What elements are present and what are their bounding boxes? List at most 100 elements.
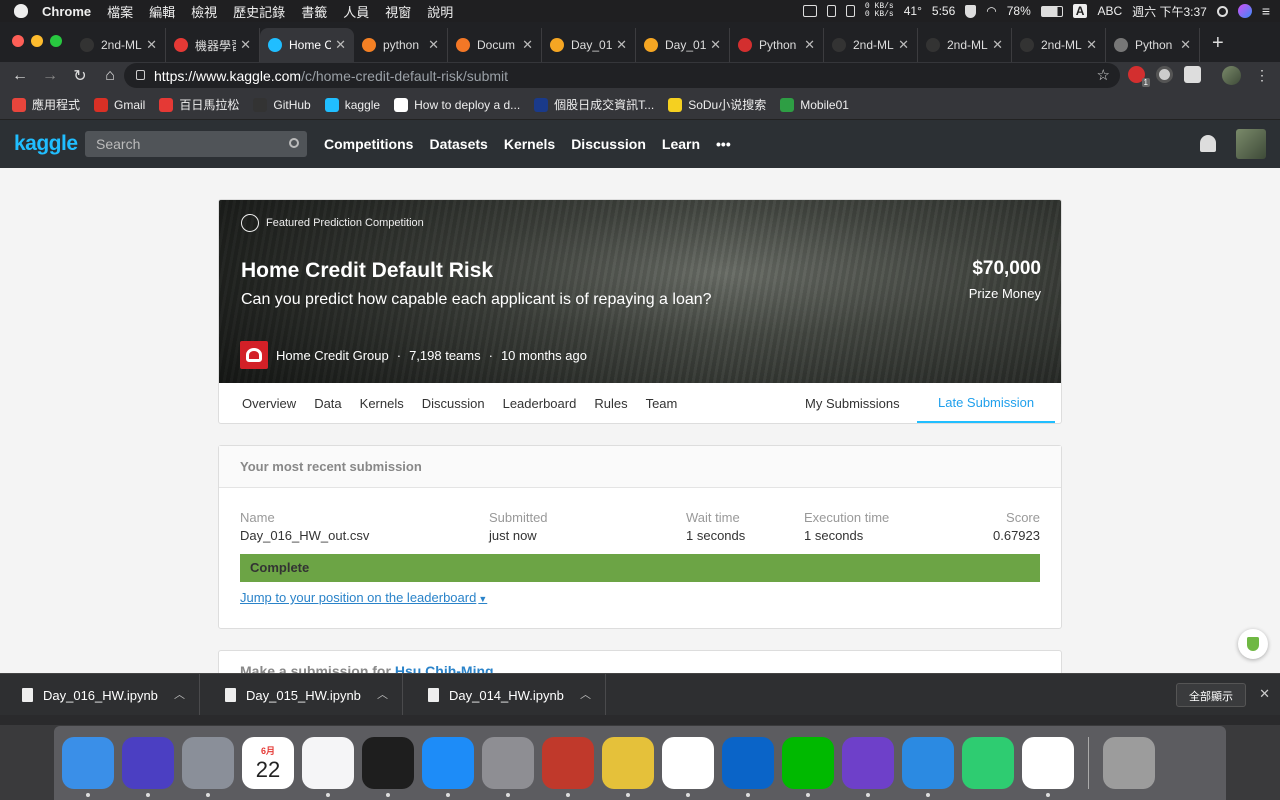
menu-people[interactable]: 人員 [343, 2, 369, 21]
tab-team[interactable]: Team [646, 396, 678, 411]
system-preferences-icon[interactable] [482, 737, 534, 797]
bookmark-item[interactable]: SoDu小说搜索 [668, 96, 766, 113]
minimize-window-button[interactable] [31, 35, 43, 47]
battery-icon[interactable] [1040, 5, 1063, 17]
bookmark-item[interactable]: 個股日成交資訊T... [534, 96, 654, 113]
calendar-icon[interactable]: 6月 22 [242, 737, 294, 789]
menu-bookmarks[interactable]: 書籤 [301, 2, 327, 21]
download-item[interactable]: Day_016_HW.ipynb ︿ [0, 674, 200, 716]
zoom-window-button[interactable] [50, 35, 62, 47]
download-item[interactable]: Day_014_HW.ipynb ︿ [406, 674, 606, 716]
nav-kernels[interactable]: Kernels [504, 136, 555, 152]
team-count[interactable]: 7,198 teams [409, 348, 481, 363]
numbers-icon[interactable] [1022, 737, 1074, 797]
launchpad-icon[interactable] [182, 737, 234, 797]
sd-card-icon[interactable] [845, 5, 855, 17]
chevron-up-icon[interactable]: ︿ [174, 686, 185, 702]
bookmark-star-icon[interactable]: ☆ [1097, 66, 1110, 84]
network-speed[interactable]: 0 KB/s 0 KB/s [865, 3, 894, 19]
browser-tab[interactable]: 機器學習 ✕ [166, 28, 260, 62]
tab-my-submissions[interactable]: My Submissions [805, 383, 900, 423]
tab-leaderboard[interactable]: Leaderboard [503, 396, 577, 411]
download-item[interactable]: Day_015_HW.ipynb ︿ [203, 674, 403, 716]
bookmark-item[interactable]: 百日馬拉松 [159, 96, 239, 113]
browser-tab[interactable]: 2nd-ML ✕ [824, 28, 918, 62]
close-tab-icon[interactable]: ✕ [240, 37, 251, 53]
browser-tab[interactable]: Day_01 ✕ [636, 28, 730, 62]
nav-learn[interactable]: Learn [662, 136, 700, 152]
close-tab-icon[interactable]: ✕ [710, 37, 721, 53]
notification-bell-icon[interactable] [1200, 135, 1216, 152]
close-tab-icon[interactable]: ✕ [522, 37, 533, 53]
tab-overview[interactable]: Overview [242, 396, 296, 411]
close-tab-icon[interactable]: ✕ [428, 37, 439, 53]
host-name[interactable]: Home Credit Group [276, 348, 389, 363]
menu-history[interactable]: 歷史記錄 [233, 2, 285, 21]
tab-data[interactable]: Data [314, 396, 341, 411]
menu-help[interactable]: 說明 [427, 2, 453, 21]
back-button[interactable]: ← [6, 67, 34, 85]
line-icon[interactable] [782, 737, 834, 797]
vpn-shield-icon[interactable] [965, 4, 977, 18]
finder-icon[interactable] [62, 737, 114, 797]
app-store-icon[interactable] [422, 737, 474, 797]
circle-app-icon[interactable] [962, 737, 1014, 789]
close-tab-icon[interactable]: ✕ [146, 37, 157, 53]
browser-tab[interactable]: Home C ✕ [260, 28, 354, 62]
temperature[interactable]: 41° [904, 4, 922, 18]
show-all-downloads-button[interactable]: 全部顯示 [1176, 683, 1246, 707]
browser-tab[interactable]: 2nd-ML ✕ [918, 28, 1012, 62]
bookmark-item[interactable]: GitHub [253, 97, 311, 112]
browser-tab[interactable]: Python ✕ [730, 28, 824, 62]
close-tab-icon[interactable]: ✕ [804, 37, 815, 53]
browser-tab[interactable]: Day_01 ✕ [542, 28, 636, 62]
terminal-icon[interactable] [362, 737, 414, 797]
search-input[interactable]: Search [85, 131, 307, 157]
home-button[interactable]: ⌂ [96, 67, 124, 85]
bookmark-item[interactable]: kaggle [324, 97, 380, 112]
tab-late-submission[interactable]: Late Submission [917, 383, 1056, 423]
security-shield-icon[interactable] [1238, 629, 1268, 659]
forward-button[interactable]: → [36, 67, 64, 85]
extension-translate-icon[interactable] [1184, 66, 1201, 83]
music-icon[interactable] [302, 737, 354, 797]
close-tab-icon[interactable]: ✕ [1180, 37, 1191, 53]
screen-icon[interactable] [802, 5, 817, 17]
chrome-menu-icon[interactable]: ⋮ [1255, 67, 1269, 84]
trash-icon[interactable] [1103, 737, 1155, 789]
siri-icon[interactable] [1237, 4, 1252, 18]
nav-datasets[interactable]: Datasets [429, 136, 487, 152]
battery-monitor-icon[interactable] [826, 5, 836, 17]
browser-tab[interactable]: Python ✕ [1106, 28, 1200, 62]
bookmark-item[interactable]: How to deploy a d... [394, 97, 520, 112]
close-tab-icon[interactable]: ✕ [898, 37, 909, 53]
address-bar[interactable]: https://www.kaggle.com/c/home-credit-def… [124, 63, 1120, 88]
sync-app-icon[interactable] [542, 737, 594, 797]
bookmark-item[interactable]: Gmail [94, 97, 145, 112]
close-tab-icon[interactable]: ✕ [992, 37, 1003, 53]
close-tab-icon[interactable]: ✕ [1086, 37, 1097, 53]
chrome-icon[interactable] [662, 737, 714, 797]
close-tab-icon[interactable]: ✕ [335, 37, 346, 53]
nav-competitions[interactable]: Competitions [324, 136, 413, 152]
menu-edit[interactable]: 編輯 [149, 2, 175, 21]
bookmark-item[interactable]: 應用程式 [12, 96, 80, 113]
close-window-button[interactable] [12, 35, 24, 47]
menu-file[interactable]: 檔案 [107, 2, 133, 21]
jump-to-leaderboard-link[interactable]: Jump to your position on the leaderboard… [240, 590, 487, 605]
battery-percent[interactable]: 78% [1007, 4, 1031, 18]
close-icon[interactable]: ✕ [1259, 686, 1270, 702]
user-avatar[interactable] [1236, 129, 1266, 159]
profile-avatar[interactable] [1222, 66, 1241, 85]
extension-record-icon[interactable] [1156, 66, 1173, 83]
input-method[interactable]: ABC [1097, 4, 1122, 18]
tab-kernels[interactable]: Kernels [360, 396, 404, 411]
menu-view[interactable]: 檢視 [191, 2, 217, 21]
timer[interactable]: 5:56 [932, 4, 955, 18]
lock-icon[interactable] [136, 70, 145, 80]
tab-discussion[interactable]: Discussion [422, 396, 485, 411]
extension-adblock-icon[interactable]: 1 [1128, 66, 1150, 87]
search-icon[interactable] [289, 138, 299, 148]
ultraedit-icon[interactable] [602, 737, 654, 797]
clock[interactable]: 週六 下午3:37 [1132, 3, 1207, 20]
